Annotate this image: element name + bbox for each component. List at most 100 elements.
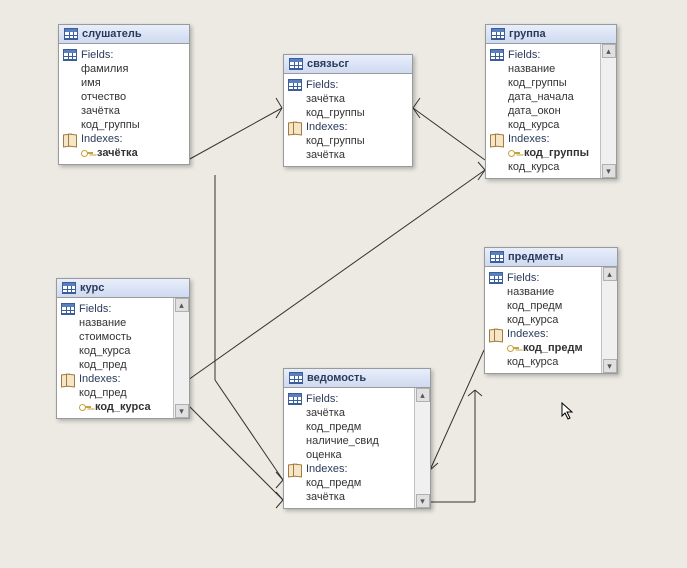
entity-title: предметы (508, 251, 563, 263)
key-icon (507, 342, 519, 354)
field-row: дата_окон (488, 104, 598, 118)
scroll-down-icon[interactable]: ▾ (175, 404, 189, 418)
entity-titlebar[interactable]: слушатель (59, 25, 189, 44)
field-row: код_пред (59, 358, 171, 372)
scroll-up-icon[interactable]: ▴ (602, 44, 616, 58)
table-icon (63, 49, 77, 61)
key-icon (79, 401, 91, 413)
entity-body: Fields: название код_группы дата_начала … (486, 44, 616, 178)
index-row: код_пред (59, 386, 171, 400)
entity-title: группа (509, 28, 546, 40)
field-row: код_курса (59, 344, 171, 358)
table-icon (61, 303, 75, 315)
scrollbar[interactable]: ▴ ▾ (601, 267, 617, 373)
field-row: стоимость (59, 330, 171, 344)
scroll-up-icon[interactable]: ▴ (603, 267, 617, 281)
entity-body: Fields: название стоимость код_курса код… (57, 298, 189, 418)
entity-titlebar[interactable]: связьсг (284, 55, 412, 74)
scrollbar[interactable]: ▴ ▾ (414, 388, 430, 508)
field-row: код_группы (61, 118, 187, 132)
book-icon (490, 134, 504, 145)
field-row: имя (61, 76, 187, 90)
entity-title: связьсг (307, 58, 349, 70)
fields-section: Fields: (488, 48, 598, 62)
entity-body: Fields: зачётка код_группы Indexes: код_… (284, 74, 412, 166)
entity-subjects[interactable]: предметы Fields: название код_предм код_… (484, 247, 618, 374)
field-row: код_предм (487, 299, 599, 313)
fields-section: Fields: (61, 48, 187, 62)
table-icon (288, 79, 302, 91)
entity-sheet[interactable]: ведомость Fields: зачётка код_предм нали… (283, 368, 431, 509)
fields-section: Fields: (59, 302, 171, 316)
entity-body: Fields: название код_предм код_курса Ind… (485, 267, 617, 373)
index-row: зачётка (286, 148, 410, 162)
entity-titlebar[interactable]: группа (486, 25, 616, 44)
field-row: дата_начала (488, 90, 598, 104)
table-icon (489, 272, 503, 284)
scroll-down-icon[interactable]: ▾ (416, 494, 430, 508)
index-row: код_предм (487, 341, 599, 355)
table-icon (64, 28, 78, 40)
entity-titlebar[interactable]: предметы (485, 248, 617, 267)
entity-listener[interactable]: слушатель Fields: фамилия имя отчество з… (58, 24, 190, 165)
entity-title: курс (80, 282, 104, 294)
index-row: код_курса (487, 355, 599, 369)
scrollbar[interactable]: ▴ ▾ (173, 298, 189, 418)
indexes-section: Indexes: (286, 120, 410, 134)
book-icon (489, 329, 503, 340)
field-row: отчество (61, 90, 187, 104)
field-row: код_курса (487, 313, 599, 327)
table-icon (490, 49, 504, 61)
field-row: код_курса (488, 118, 598, 132)
indexes-section: Indexes: (61, 132, 187, 146)
field-row: зачётка (61, 104, 187, 118)
field-row: название (59, 316, 171, 330)
field-row: код_группы (286, 106, 410, 120)
scroll-down-icon[interactable]: ▾ (603, 359, 617, 373)
indexes-section: Indexes: (487, 327, 599, 341)
index-row: зачётка (61, 146, 187, 160)
entity-course[interactable]: курс Fields: название стоимость код_курс… (56, 278, 190, 419)
table-icon (62, 282, 76, 294)
table-icon (491, 28, 505, 40)
index-row: код_курса (59, 400, 171, 414)
indexes-section: Indexes: (59, 372, 171, 386)
scroll-up-icon[interactable]: ▴ (175, 298, 189, 312)
field-row: зачётка (286, 92, 410, 106)
indexes-section: Indexes: (286, 462, 412, 476)
fields-section: Fields: (487, 271, 599, 285)
field-row: зачётка (286, 406, 412, 420)
fields-section: Fields: (286, 392, 412, 406)
entity-group[interactable]: группа Fields: название код_группы дата_… (485, 24, 617, 179)
field-row: оценка (286, 448, 412, 462)
index-row: код_курса (488, 160, 598, 174)
field-row: наличие_свид (286, 434, 412, 448)
index-row: код_группы (488, 146, 598, 160)
field-row: код_предм (286, 420, 412, 434)
key-icon (81, 147, 93, 159)
entity-titlebar[interactable]: ведомость (284, 369, 430, 388)
indexes-section: Indexes: (488, 132, 598, 146)
book-icon (63, 134, 77, 145)
book-icon (61, 374, 75, 385)
entity-linksg[interactable]: связьсг Fields: зачётка код_группы Index… (283, 54, 413, 167)
key-icon (508, 147, 520, 159)
entity-title: ведомость (307, 372, 366, 384)
mouse-cursor-icon (561, 402, 575, 422)
entity-body: Fields: фамилия имя отчество зачётка код… (59, 44, 189, 164)
fields-section: Fields: (286, 78, 410, 92)
table-icon (490, 251, 504, 263)
index-row: зачётка (286, 490, 412, 504)
entity-titlebar[interactable]: курс (57, 279, 189, 298)
table-icon (289, 372, 303, 384)
entity-title: слушатель (82, 28, 142, 40)
field-row: фамилия (61, 62, 187, 76)
scrollbar[interactable]: ▴ ▾ (600, 44, 616, 178)
scroll-down-icon[interactable]: ▾ (602, 164, 616, 178)
field-row: код_группы (488, 76, 598, 90)
field-row: название (487, 285, 599, 299)
index-row: код_предм (286, 476, 412, 490)
book-icon (288, 122, 302, 133)
index-row: код_группы (286, 134, 410, 148)
scroll-up-icon[interactable]: ▴ (416, 388, 430, 402)
